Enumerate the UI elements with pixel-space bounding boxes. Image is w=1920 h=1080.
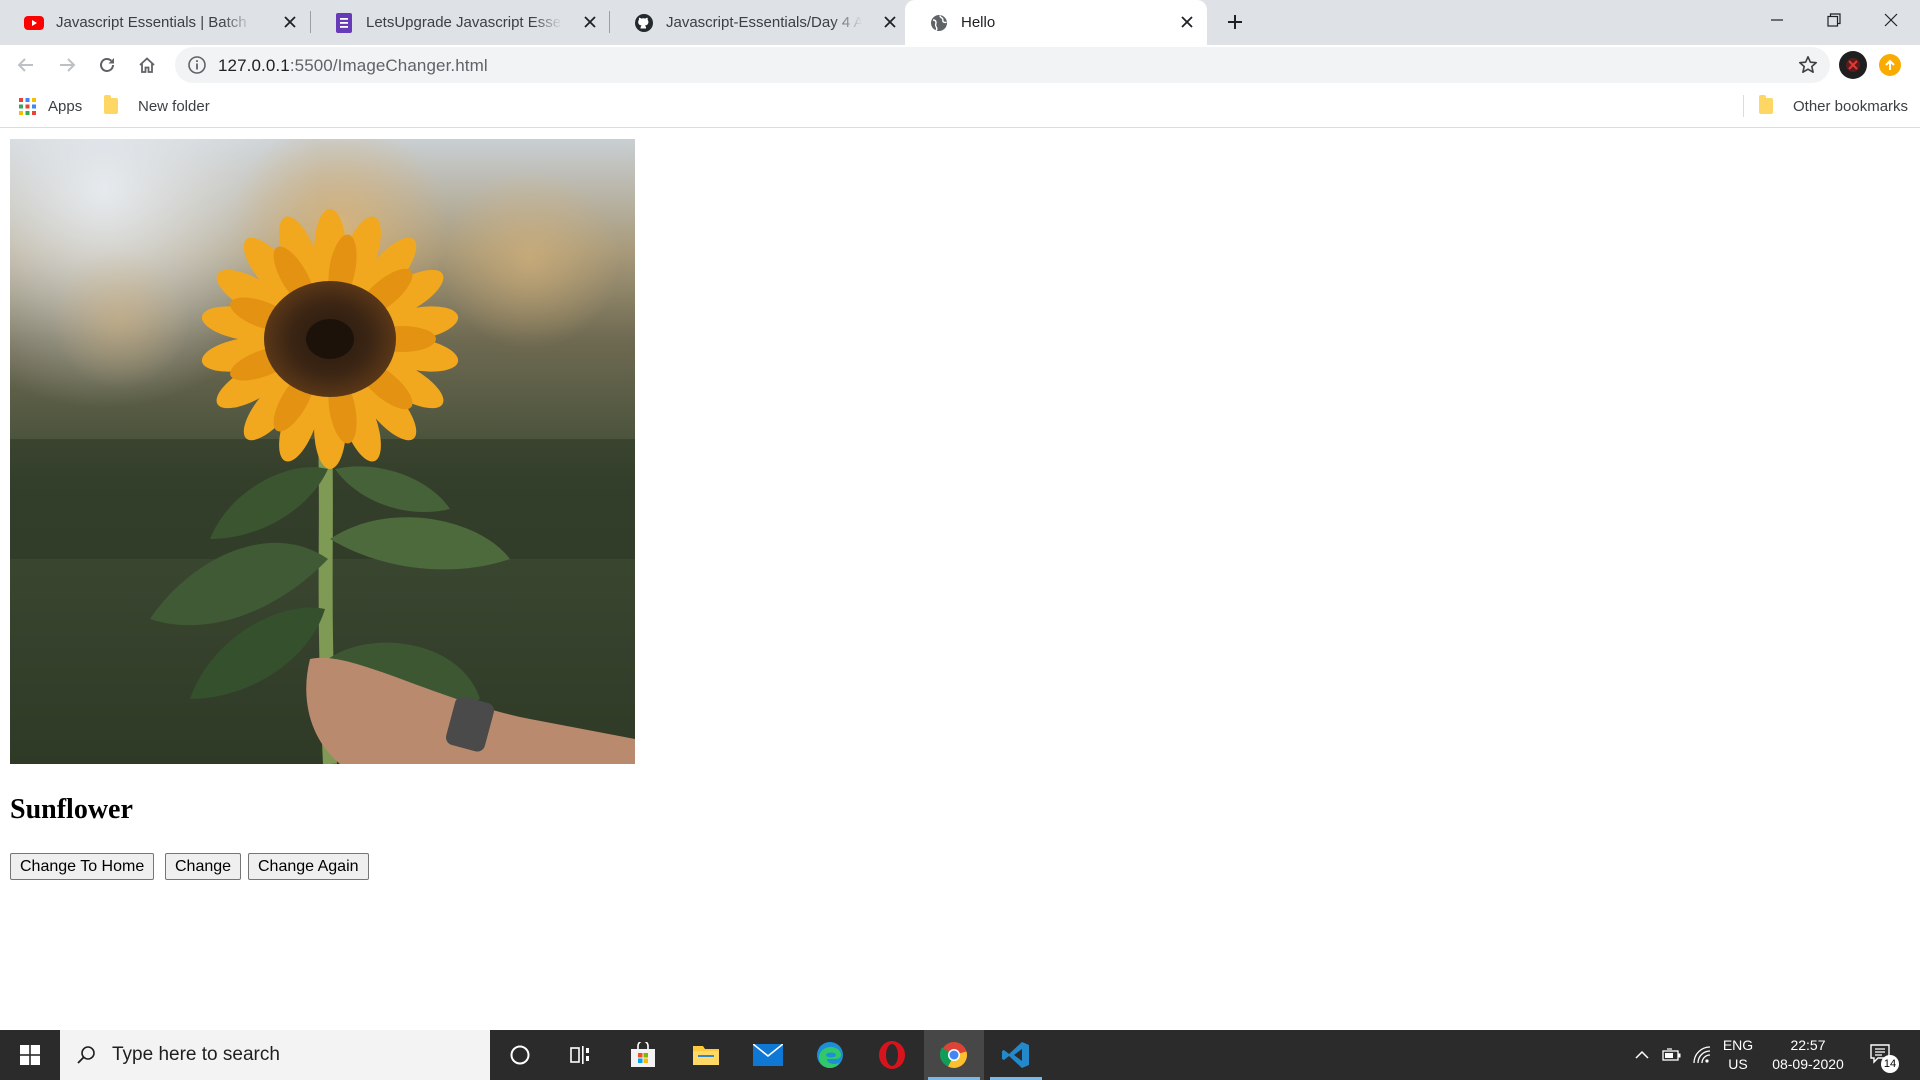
url-text: 127.0.0.1:5500/ImageChanger.html — [218, 56, 488, 76]
restore-button[interactable] — [1805, 0, 1863, 40]
back-button[interactable] — [10, 49, 42, 81]
windows-logo-icon — [20, 1045, 40, 1065]
forward-arrow-icon — [60, 58, 76, 72]
close-tab-icon[interactable] — [880, 12, 900, 32]
minimize-icon — [1771, 19, 1783, 21]
clock[interactable]: 22:57 08-09-2020 — [1764, 1036, 1852, 1074]
cortana-icon[interactable] — [490, 1030, 550, 1080]
image-caption-heading: Sunflower — [10, 794, 133, 825]
tab-letsupgrade-form[interactable]: LetsUpgrade Javascript Essentials — [310, 0, 610, 45]
close-tab-icon[interactable] — [1177, 12, 1197, 32]
vscode-icon[interactable] — [986, 1030, 1046, 1080]
task-view-icon[interactable] — [550, 1030, 610, 1080]
bookmark-label: Other bookmarks — [1793, 97, 1909, 115]
url-host: 127.0.0.1 — [218, 56, 290, 75]
globe-icon — [929, 13, 949, 33]
opera-icon[interactable] — [862, 1030, 922, 1080]
chrome-icon[interactable] — [924, 1030, 984, 1080]
battery-icon[interactable] — [1658, 1030, 1686, 1080]
reload-icon — [100, 58, 114, 72]
tab-title: Javascript Essentials | Batch 2 | Day — [56, 14, 252, 31]
store-icon[interactable] — [613, 1030, 673, 1080]
web-page: Sunflower Change To Home Change Change A… — [0, 129, 1920, 1030]
close-icon — [1884, 13, 1898, 27]
apps-grid-icon — [19, 97, 36, 115]
action-center-button[interactable]: 14 — [1862, 1030, 1902, 1080]
mail-icon[interactable] — [738, 1030, 798, 1080]
minimize-button[interactable] — [1748, 0, 1806, 40]
browser-toolbar: 127.0.0.1:5500/ImageChanger.html — [0, 45, 1920, 85]
taskbar-search-box[interactable]: Type here to search — [60, 1030, 490, 1080]
tab-title: Javascript-Essentials/Day 4 Assignment — [666, 14, 862, 31]
home-button[interactable] — [131, 49, 163, 81]
restore-icon — [1827, 13, 1841, 27]
plus-icon — [1228, 15, 1242, 29]
region-text: US — [1728, 1056, 1748, 1072]
update-icon[interactable] — [1879, 54, 1901, 76]
site-info-icon[interactable] — [187, 55, 207, 75]
start-button[interactable] — [0, 1030, 60, 1080]
close-tab-icon[interactable] — [280, 12, 300, 32]
extension-icon[interactable] — [1839, 51, 1867, 79]
bookmark-other[interactable]: Other bookmarks — [1759, 85, 1908, 127]
show-hidden-icons-button[interactable] — [1628, 1030, 1656, 1080]
bookmarks-bar: Apps New folder Other bookmarks — [0, 85, 1920, 128]
windows-taskbar: Type here to search ENG US 22:57 08-09-2… — [0, 1030, 1920, 1080]
change-button[interactable]: Change — [165, 853, 242, 880]
tab-title: LetsUpgrade Javascript Essentials — [366, 14, 562, 31]
search-icon — [76, 1045, 96, 1065]
bookmark-new-folder[interactable]: New folder — [104, 85, 210, 127]
tab-title: Hello — [961, 14, 996, 31]
bookmarks-separator — [1743, 95, 1744, 117]
bookmark-star-icon[interactable] — [1798, 55, 1818, 75]
back-arrow-icon — [17, 58, 33, 72]
folder-icon — [104, 95, 118, 114]
bookmark-apps[interactable]: Apps — [19, 85, 82, 127]
search-placeholder: Type here to search — [112, 1044, 280, 1065]
close-window-button[interactable] — [1862, 0, 1920, 40]
clock-date: 08-09-2020 — [1772, 1056, 1844, 1072]
home-icon — [139, 57, 155, 73]
new-tab-button[interactable] — [1221, 8, 1249, 36]
language-text: ENG — [1722, 1037, 1754, 1053]
clock-time: 22:57 — [1790, 1037, 1826, 1053]
sunflower-image — [10, 139, 635, 764]
bookmark-label: Apps — [48, 97, 83, 115]
tab-youtube[interactable]: Javascript Essentials | Batch 2 | Day — [0, 0, 310, 45]
youtube-icon — [24, 13, 44, 33]
chevron-up-icon — [1635, 1050, 1649, 1059]
forward-button[interactable] — [51, 49, 83, 81]
close-tab-icon[interactable] — [580, 12, 600, 32]
github-icon — [634, 13, 654, 33]
input-language-indicator[interactable]: ENG US — [1718, 1036, 1758, 1074]
bookmark-label: New folder — [138, 97, 210, 115]
edge-icon[interactable] — [800, 1030, 860, 1080]
network-icon[interactable] — [1688, 1030, 1716, 1080]
folder-icon — [1759, 95, 1773, 114]
forms-icon — [334, 12, 354, 33]
browser-tab-strip: Javascript Essentials | Batch 2 | Day Le… — [0, 0, 1920, 45]
tab-hello-active[interactable]: Hello — [905, 0, 1207, 45]
url-path: :5500/ImageChanger.html — [289, 56, 488, 75]
reload-button[interactable] — [91, 49, 123, 81]
notification-count-badge: 14 — [1881, 1055, 1899, 1073]
tab-github[interactable]: Javascript-Essentials/Day 4 Assignment — [610, 0, 910, 45]
address-bar[interactable]: 127.0.0.1:5500/ImageChanger.html — [175, 47, 1830, 83]
change-to-home-button[interactable]: Change To Home — [10, 853, 155, 880]
file-explorer-icon[interactable] — [676, 1030, 736, 1080]
change-again-button[interactable]: Change Again — [248, 853, 369, 880]
